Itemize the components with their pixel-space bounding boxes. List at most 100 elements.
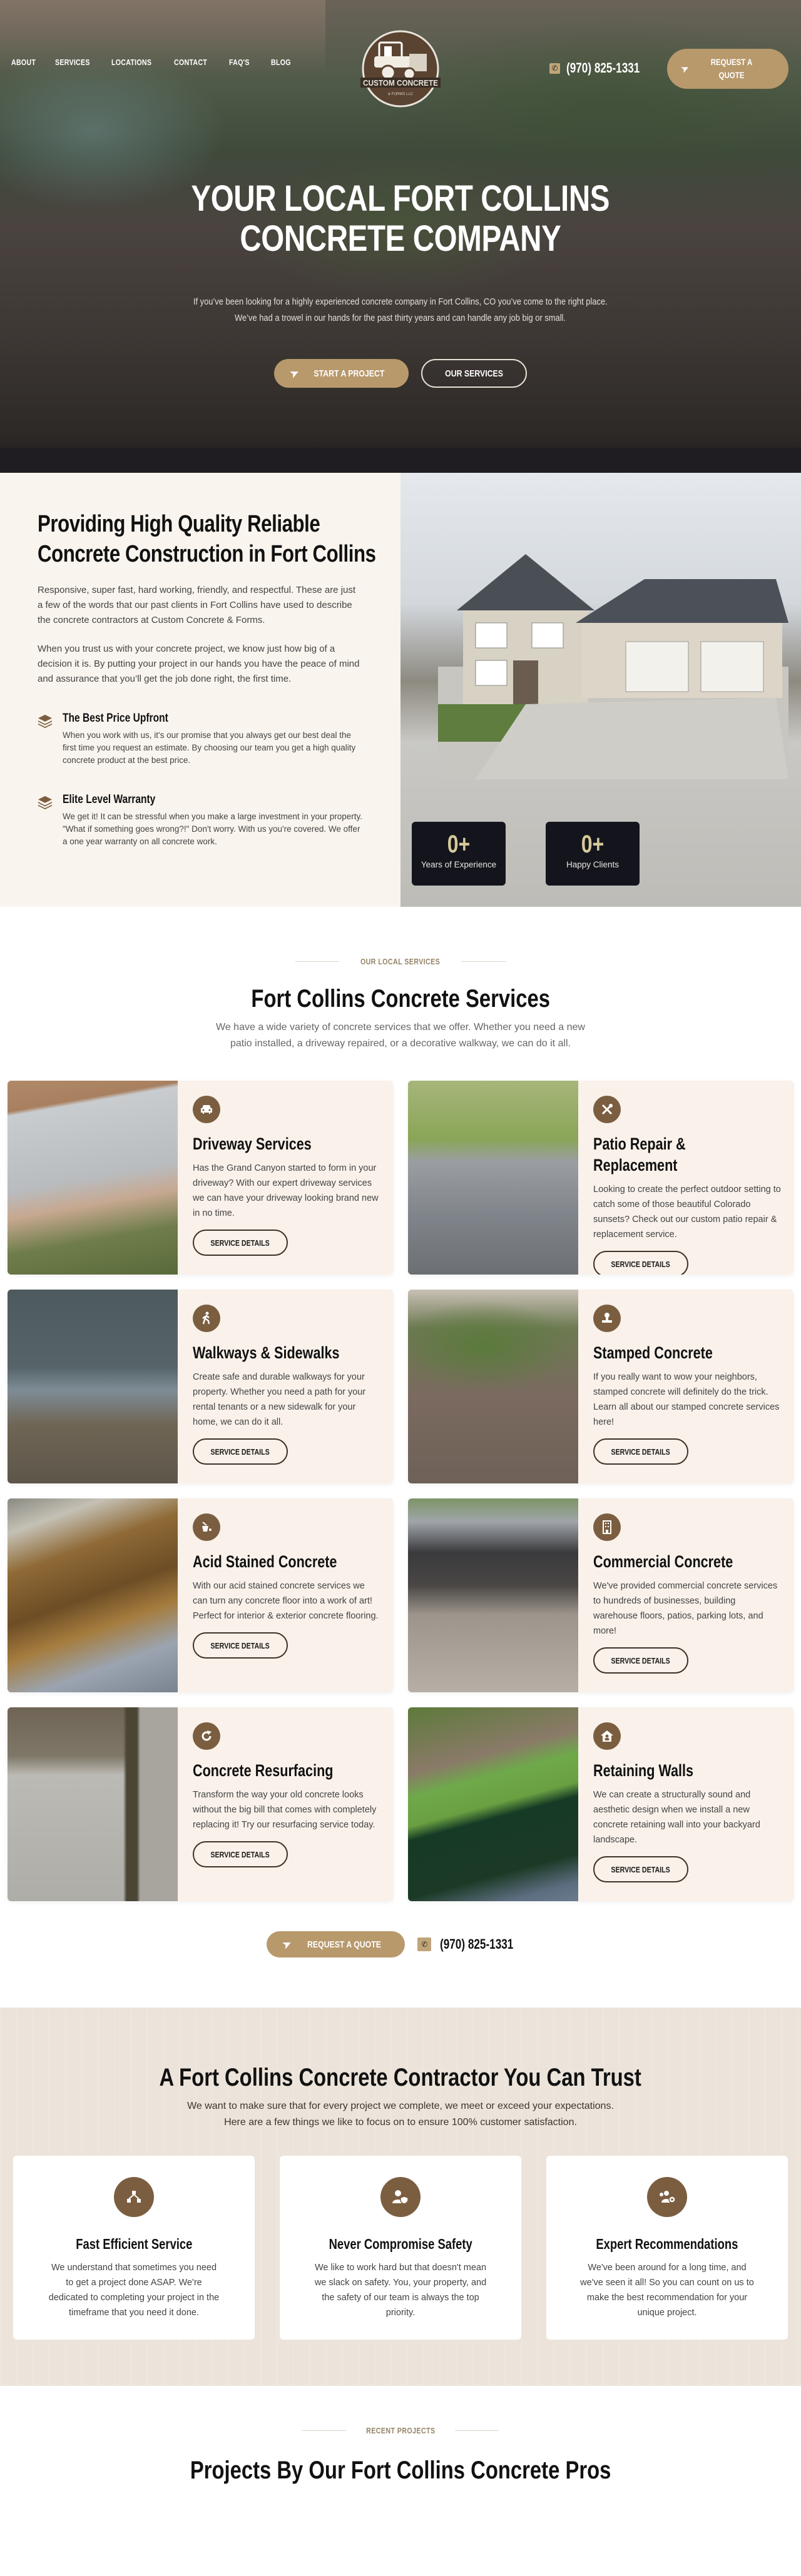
walking-person-icon — [193, 1305, 220, 1332]
trust-subtitle: We want to make sure that for every proj… — [187, 2101, 614, 2128]
service-photo — [8, 1081, 178, 1275]
trust-card-safety: Never Compromise Safety We like to work … — [280, 2156, 521, 2340]
services-grid: Driveway Services Has the Grand Canyon s… — [0, 1058, 801, 1901]
service-text: If you really want to wow your neighbors… — [593, 1372, 780, 1427]
stamp-icon — [593, 1305, 621, 1332]
divider — [461, 961, 506, 962]
services-subtitle: We have a wide variety of concrete servi… — [216, 1022, 585, 1049]
users-cog-icon — [647, 2177, 687, 2217]
start-project-button[interactable]: ➤ START A PROJECT — [273, 359, 409, 388]
divider — [302, 2430, 346, 2431]
services-section: OUR LOCAL SERVICES Fort Collins Concrete… — [0, 907, 801, 2008]
feature-text: We get it! It can be stressful when you … — [63, 812, 362, 846]
service-photo — [8, 1498, 178, 1692]
building-icon — [593, 1513, 621, 1541]
service-card-walkways: Walkways & Sidewalks Create safe and dur… — [8, 1290, 393, 1483]
feature-title: Elite Level Warranty — [63, 793, 156, 806]
about-content: Providing High Quality Reliable Concrete… — [0, 473, 400, 907]
services-cta: ➤ REQUEST A QUOTE ✆ (970) 825-1331 — [0, 1901, 801, 2008]
main-nav: ABOUT SERVICES LOCATIONS CONTACT FAQ'S B… — [11, 58, 302, 67]
service-details-button[interactable]: SERVICE DETAILS — [193, 1632, 288, 1659]
service-photo — [408, 1081, 578, 1275]
trust-card-title: Fast Efficient Service — [75, 2236, 193, 2252]
header-phone[interactable]: ✆ (970) 825-1331 — [549, 60, 660, 76]
nav-faqs[interactable]: FAQ'S — [229, 58, 263, 67]
trust-card-text: We understand that sometimes you need to… — [48, 2263, 220, 2318]
nav-about[interactable]: ABOUT — [11, 58, 47, 67]
hero-section: ABOUT SERVICES LOCATIONS CONTACT FAQ'S B… — [0, 0, 801, 473]
divider — [455, 2430, 499, 2431]
feature-best-price: The Best Price Upfront When you work wit… — [38, 712, 363, 767]
divider — [295, 961, 340, 962]
nav-services[interactable]: SERVICES — [55, 58, 101, 67]
nav-locations[interactable]: LOCATIONS — [111, 58, 163, 67]
trust-card-text: We've been around for a long time, and w… — [580, 2263, 754, 2318]
service-details-button[interactable]: SERVICE DETAILS — [593, 1438, 688, 1465]
tools-icon — [593, 1096, 621, 1123]
services-eyebrow: OUR LOCAL SERVICES — [0, 957, 801, 966]
paper-plane-icon: ➤ — [281, 1937, 293, 1951]
recent-title: Projects By Our Fort Collins Concrete Pr… — [190, 2457, 611, 2484]
trust-section: A Fort Collins Concrete Contractor You C… — [0, 2008, 801, 2386]
trust-title: A Fort Collins Concrete Contractor You C… — [159, 2064, 642, 2091]
house-user-icon — [593, 1722, 621, 1750]
bulldozer-logo-icon: CUSTOM CONCRETE & FORMS LLC — [360, 30, 441, 108]
service-card-retaining-walls: Retaining Walls We can create a structur… — [408, 1707, 793, 1901]
svg-text:& FORMS LLC: & FORMS LLC — [388, 93, 414, 96]
service-photo — [408, 1707, 578, 1901]
service-title: Concrete Resurfacing — [193, 1761, 334, 1780]
services-title: Fort Collins Concrete Services — [251, 985, 550, 1013]
feature-warranty: Elite Level Warranty We get it! It can b… — [38, 793, 363, 848]
user-shield-icon — [380, 2177, 421, 2217]
paper-plane-icon: ➤ — [679, 62, 691, 76]
service-title: Retaining Walls — [593, 1761, 694, 1780]
service-text: Has the Grand Canyon started to form in … — [193, 1163, 379, 1218]
trust-card-title: Expert Recommendations — [596, 2236, 738, 2252]
service-card-commercial: Commercial Concrete We've provided comme… — [408, 1498, 793, 1692]
request-quote-button[interactable]: ➤ REQUEST A QUOTE — [267, 1931, 406, 1957]
service-title: Commercial Concrete — [593, 1552, 733, 1571]
svg-text:CUSTOM CONCRETE: CUSTOM CONCRETE — [363, 78, 438, 88]
hero-title: YOUR LOCAL FORT COLLINS CONCRETE COMPANY — [191, 178, 610, 259]
service-title: Acid Stained Concrete — [193, 1552, 337, 1571]
service-details-button[interactable]: SERVICE DETAILS — [593, 1856, 688, 1882]
trust-cards: Fast Efficient Service We understand tha… — [0, 2156, 801, 2340]
service-photo — [8, 1290, 178, 1483]
trust-card-text: We like to work hard but that doesn't me… — [314, 2263, 487, 2318]
service-details-button[interactable]: SERVICE DETAILS — [193, 1438, 288, 1465]
stat-years-experience: 0+ Years of Experience — [412, 822, 506, 886]
site-logo[interactable]: CUSTOM CONCRETE & FORMS LLC — [359, 29, 442, 109]
service-text: Create safe and durable walkways for you… — [193, 1372, 366, 1427]
services-phone[interactable]: ✆ (970) 825-1331 — [417, 1936, 534, 1952]
service-details-button[interactable]: SERVICE DETAILS — [593, 1251, 688, 1275]
our-services-button[interactable]: OUR SERVICES — [421, 359, 528, 388]
service-photo — [8, 1707, 178, 1901]
nav-contact[interactable]: CONTACT — [174, 58, 219, 67]
paper-plane-icon: ➤ — [288, 366, 301, 380]
phone-icon: ✆ — [417, 1937, 432, 1951]
hero-subtitle: If you’ve been looking for a highly expe… — [193, 296, 608, 323]
service-text: We can create a structurally sound and a… — [593, 1790, 760, 1845]
house-illustration — [438, 554, 788, 779]
service-details-button[interactable]: SERVICE DETAILS — [593, 1647, 688, 1674]
header-phone-number[interactable]: (970) 825-1331 — [566, 60, 640, 76]
car-icon — [193, 1096, 220, 1123]
service-card-acid-stained: Acid Stained Concrete With our acid stai… — [8, 1498, 393, 1692]
service-photo — [408, 1498, 578, 1692]
service-text: We've provided commercial concrete servi… — [593, 1581, 778, 1636]
service-details-button[interactable]: SERVICE DETAILS — [193, 1841, 288, 1867]
service-text: Looking to create the perfect outdoor se… — [593, 1184, 781, 1240]
about-section: Providing High Quality Reliable Concrete… — [0, 473, 801, 907]
about-paragraph-1: Responsive, super fast, hard working, fr… — [38, 585, 356, 625]
service-details-button[interactable]: SERVICE DETAILS — [193, 1230, 288, 1256]
service-card-stamped: Stamped Concrete If you really want to w… — [408, 1290, 793, 1483]
project-diagram-icon — [114, 2177, 154, 2217]
recent-eyebrow: RECENT PROJECTS — [0, 2426, 801, 2435]
trust-card-title: Never Compromise Safety — [329, 2236, 472, 2252]
about-paragraph-2: When you trust us with your concrete pro… — [38, 644, 360, 684]
service-title: Driveway Services — [193, 1134, 312, 1153]
trust-card-expert: Expert Recommendations We've been around… — [546, 2156, 788, 2340]
nav-blog[interactable]: BLOG — [271, 58, 297, 67]
redo-icon — [193, 1722, 220, 1750]
request-quote-button[interactable]: ➤ REQUEST A QUOTE — [667, 49, 788, 89]
